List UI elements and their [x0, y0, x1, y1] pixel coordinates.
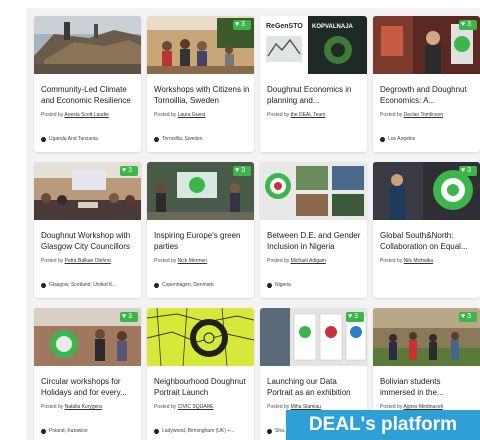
thumb-sub-text: KOPVALNAJA	[312, 24, 354, 30]
story-gallery: Community-Led Climate and Economic Resil…	[26, 8, 480, 440]
story-thumbnail: ♥ 3	[373, 162, 480, 220]
card-grid: Community-Led Climate and Economic Resil…	[34, 16, 480, 440]
poster-link[interactable]: Anesia Scott Laudie	[64, 112, 108, 118]
story-location: Copenhagen, Denmark	[154, 282, 250, 288]
location-pin-icon	[267, 428, 274, 434]
story-title[interactable]: Degrowth and Doughnut Economics: A...	[380, 84, 476, 106]
story-title[interactable]: Neighbourhood Doughnut Portrait Launch	[154, 376, 250, 398]
story-card[interactable]: ♥ 3 Global South&North: Collaboration on …	[373, 162, 480, 298]
posted-by: Posted by the DEAL Team	[267, 112, 326, 118]
story-title[interactable]: Between D.E. and Gender Inclusion in Nig…	[267, 230, 363, 252]
poster-link[interactable]: Declan Tomlinson	[404, 112, 443, 118]
story-title[interactable]: Doughnut Workshop with Glasgow City Coun…	[41, 230, 137, 252]
story-title[interactable]: Global South&North: Collaboration on Equ…	[380, 230, 476, 252]
posted-by: Posted by CIVIC SQUARE	[154, 404, 214, 410]
story-thumbnail	[260, 162, 367, 220]
like-badge[interactable]: ♥ 3	[233, 166, 251, 176]
posted-by: Posted by Nils Michalka	[380, 258, 434, 264]
poster-link[interactable]: Nils Michalka	[404, 258, 433, 264]
story-thumbnail: ♥ 3	[147, 162, 254, 220]
heart-icon: ♥	[122, 313, 127, 320]
heart-icon: ♥	[461, 21, 466, 28]
like-badge[interactable]: ♥ 3	[459, 166, 477, 176]
story-card[interactable]: ♥ 3 Inspiring Europe's green parties Post…	[147, 162, 254, 298]
story-thumbnail: ♥ 3	[147, 16, 254, 74]
story-card[interactable]: Between D.E. and Gender Inclusion in Nig…	[260, 162, 367, 298]
story-card[interactable]: ♥ 3 Doughnut Workshop with Glasgow City C…	[34, 162, 141, 298]
posted-by: Posted by Anesia Scott Laudie	[41, 112, 109, 118]
poster-link[interactable]: Laura Guest	[178, 112, 206, 118]
story-title[interactable]: Doughnut Economics in planning and...	[267, 84, 363, 106]
posted-by: Posted by Petra Balkan Olehno	[41, 258, 111, 264]
story-thumbnail: ♥ 3	[34, 308, 141, 366]
heart-icon: ♥	[122, 167, 127, 174]
poster-link[interactable]: Michael Adigam	[291, 258, 326, 264]
thumb-logo-text: ReGenSTO	[266, 23, 303, 30]
like-badge[interactable]: ♥ 3	[459, 20, 477, 30]
heart-icon: ♥	[461, 167, 466, 174]
story-location: Tornoillia, Sweden	[154, 136, 250, 142]
posted-by: Posted by Nick Mermen	[154, 258, 208, 264]
poster-link[interactable]: CIVIC SQUARE	[178, 404, 214, 410]
location-pin-icon	[41, 428, 48, 434]
location-pin-icon	[267, 282, 274, 288]
poster-link[interactable]: Petra Balkan Olehno	[65, 258, 111, 264]
heart-icon: ♥	[235, 167, 240, 174]
story-thumbnail	[34, 16, 141, 74]
location-pin-icon	[154, 282, 161, 288]
story-title[interactable]: Circular workshops for Holidays and for …	[41, 376, 137, 398]
location-pin-icon	[41, 282, 48, 288]
like-badge[interactable]: ♥ 3	[346, 312, 364, 322]
posted-by: Posted by Declan Tomlinson	[380, 112, 444, 118]
story-location: Uganda And Tanzania	[41, 136, 137, 142]
poster-link[interactable]: Nick Mermen	[178, 258, 207, 264]
story-title[interactable]: Inspiring Europe's green parties	[154, 230, 250, 252]
location-pin-icon	[380, 136, 387, 142]
heart-icon: ♥	[235, 21, 240, 28]
story-title[interactable]: Community-Led Climate and Economic Resil…	[41, 84, 137, 106]
location-pin-icon	[154, 428, 161, 434]
story-thumbnail: ReGenSTO KOPVALNAJA	[260, 16, 367, 74]
heart-icon: ♥	[461, 313, 466, 320]
story-card[interactable]: ReGenSTO KOPVALNAJA Doughnut Economics i…	[260, 16, 367, 152]
story-card[interactable]: ♥ 3 Degrowth and Doughnut Economics: A...…	[373, 16, 480, 152]
like-badge[interactable]: ♥ 3	[233, 20, 251, 30]
story-location: Poland, Katowice	[41, 428, 137, 434]
poster-link[interactable]: the DEAL Team	[291, 112, 326, 118]
story-thumbnail: ♥ 3	[373, 16, 480, 74]
posted-by: Posted by Natalia Kurygera	[41, 404, 102, 410]
platform-label: DEAL's platform	[286, 410, 480, 440]
posted-by: Posted by Michael Adigam	[267, 258, 326, 264]
story-card[interactable]: ♥ 3 Workshops with Citizens in Tornoillia…	[147, 16, 254, 152]
poster-link[interactable]: Natalia Kurygera	[65, 404, 102, 410]
story-card[interactable]: Community-Led Climate and Economic Resil…	[34, 16, 141, 152]
story-location: Glasgow, Scotland, United K...	[41, 282, 137, 288]
story-thumbnail	[147, 308, 254, 366]
story-card[interactable]: ♥ 3 Circular workshops for Holidays and f…	[34, 308, 141, 440]
story-location: Los Angeles	[380, 136, 476, 142]
story-location: Ladywood, Birmingham (UK) +...	[154, 428, 250, 434]
like-badge[interactable]: ♥ 3	[459, 312, 477, 322]
posted-by: Posted by Laura Guest	[154, 112, 206, 118]
story-title[interactable]: Bolivian students immersed in the...	[380, 376, 476, 398]
story-thumbnail: ♥ 3	[34, 162, 141, 220]
story-thumbnail: ♥ 3	[373, 308, 480, 366]
location-pin-icon	[154, 136, 161, 142]
like-badge[interactable]: ♥ 3	[120, 312, 138, 322]
like-badge[interactable]: ♥ 3	[120, 166, 138, 176]
story-card[interactable]: Neighbourhood Doughnut Portrait Launch P…	[147, 308, 254, 440]
story-location: Nigeria	[267, 282, 363, 288]
story-title[interactable]: Launching our Data Portrait as an exhibi…	[267, 376, 363, 398]
heart-icon: ♥	[348, 313, 353, 320]
location-pin-icon	[41, 136, 48, 142]
story-title[interactable]: Workshops with Citizens in Tornoillia, S…	[154, 84, 250, 106]
story-thumbnail: ♥ 3	[260, 308, 367, 366]
